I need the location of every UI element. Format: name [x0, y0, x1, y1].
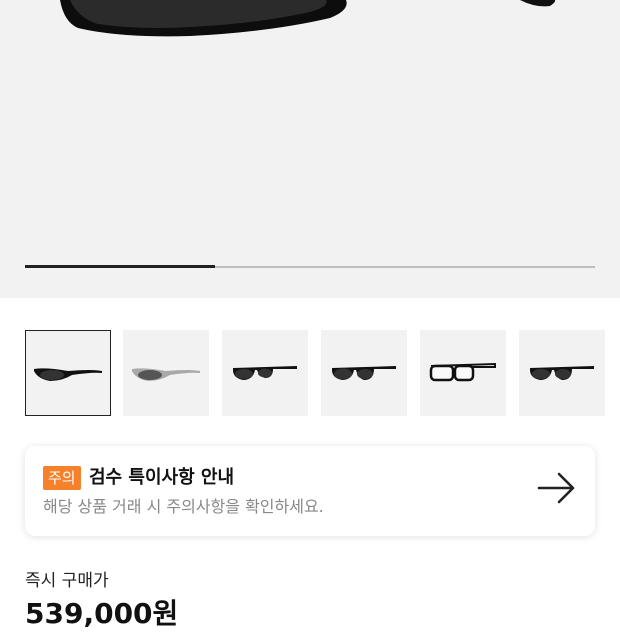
slide-progress-track: [25, 265, 595, 268]
sunglasses-thumb-icon: [332, 366, 396, 380]
thumbnail-3[interactable]: [222, 330, 308, 416]
sunglasses-thumb-icon: [233, 366, 297, 380]
sunglasses-thumb-icon: [530, 366, 594, 380]
slide-progress-fill: [25, 265, 215, 268]
thumbnail-4[interactable]: [321, 330, 407, 416]
thumbnail-1[interactable]: [25, 330, 111, 416]
price-label: 즉시 구매가: [25, 571, 109, 591]
sunglasses-hero-image: [60, 0, 556, 37]
inspection-notice-card[interactable]: 주의 검수 특이사항 안내 해당 상품 거래 시 주의사항을 확인하세요.: [25, 446, 595, 536]
thumbnail-2[interactable]: [123, 330, 209, 416]
caution-badge: 주의: [43, 466, 81, 490]
arrow-right-icon[interactable]: [537, 472, 577, 504]
thumbnail-6[interactable]: [519, 330, 605, 416]
notice-title: 검수 특이사항 안내: [89, 467, 235, 488]
product-image-area[interactable]: [0, 0, 620, 298]
thumbnail-5[interactable]: [420, 330, 506, 416]
notice-subtitle: 해당 상품 거래 시 주의사항을 확인하세요.: [43, 497, 324, 516]
thumbnail-strip: [25, 330, 620, 416]
price-value: 539,000원: [25, 597, 179, 630]
sunglasses-thumb-icon: [34, 368, 102, 381]
sunglasses-thumb-icon: [132, 368, 200, 381]
eyeglasses-thumb-icon: [429, 362, 496, 382]
